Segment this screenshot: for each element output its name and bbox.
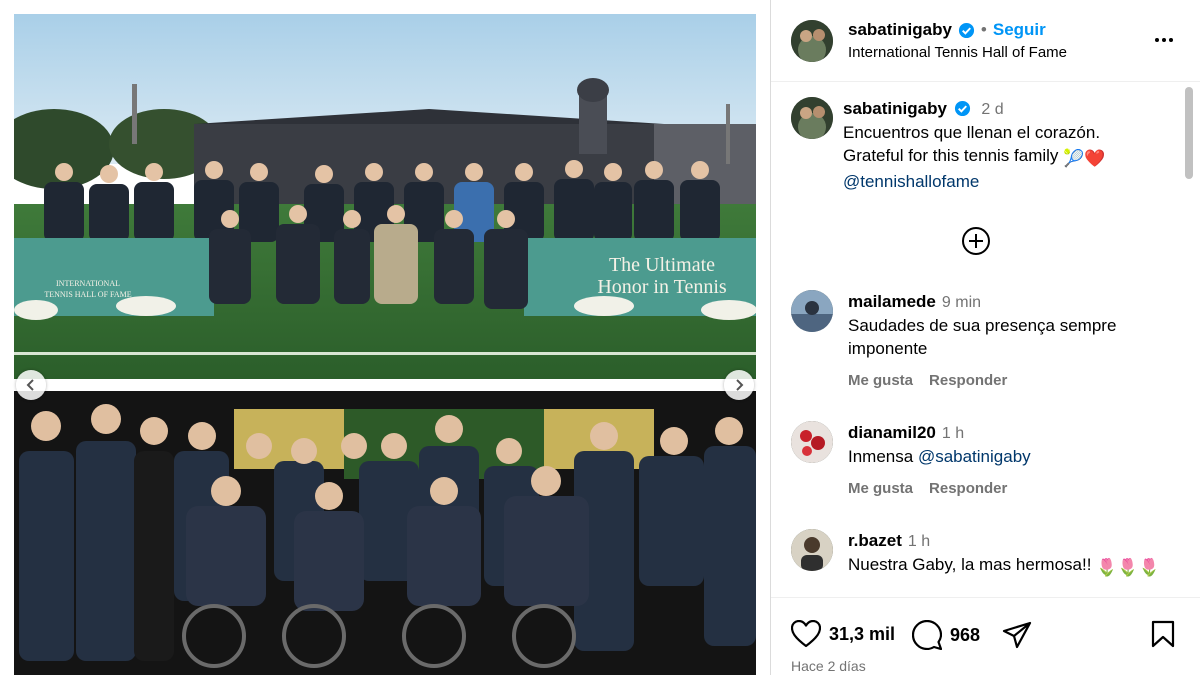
- likes-count[interactable]: 31,3 mil: [829, 624, 895, 645]
- comment-time[interactable]: 1 h: [908, 533, 930, 550]
- photo-indoor-group: [14, 391, 756, 675]
- comments-count[interactable]: 968: [950, 625, 980, 646]
- bookmark-icon[interactable]: [1151, 620, 1175, 648]
- banner-right-text-2: Honor in Tennis: [597, 276, 727, 298]
- comment-reply-button[interactable]: Responder: [929, 480, 1007, 497]
- post-header: sabatinigaby • Seguir International Tenn…: [771, 0, 1200, 82]
- post-location[interactable]: International Tennis Hall of Fame: [848, 44, 1067, 61]
- commenter-avatar[interactable]: [791, 529, 833, 571]
- action-bar: 31,3 mil 968 Hace 2 días: [771, 597, 1200, 675]
- heart-icon[interactable]: [791, 620, 821, 648]
- commenter-username[interactable]: mailamede: [848, 292, 936, 311]
- commenter-avatar[interactable]: [791, 290, 833, 332]
- comment-text: Inmensa: [848, 447, 914, 466]
- follow-button[interactable]: Seguir: [993, 20, 1046, 40]
- comment-mention-link[interactable]: @sabatinigaby: [918, 447, 1031, 466]
- comment-like-button[interactable]: Me gusta: [848, 372, 913, 389]
- comment-icon[interactable]: [912, 620, 942, 650]
- comments-section: sabatinigaby 2 d Encuentros que llenan e…: [771, 83, 1200, 597]
- comment-like-button[interactable]: Me gusta: [848, 480, 913, 497]
- verified-badge-icon: [958, 22, 974, 38]
- caption-time[interactable]: 2 d: [981, 101, 1003, 118]
- post-media: INTERNATIONAL TENNIS HALL OF FAME The Ul…: [0, 0, 770, 675]
- caption-avatar[interactable]: [791, 97, 833, 139]
- author-avatar[interactable]: [791, 20, 833, 62]
- author-username[interactable]: sabatinigaby: [848, 20, 952, 40]
- comment-text: Saudades de sua presença sempre imponent…: [848, 316, 1117, 358]
- comment-reply-button[interactable]: Responder: [929, 372, 1007, 389]
- verified-badge-icon: [954, 100, 970, 117]
- comment-emojis: 🌷🌷🌷: [1096, 558, 1160, 577]
- next-image-button[interactable]: [724, 370, 754, 400]
- share-send-icon[interactable]: [1002, 621, 1032, 649]
- banner-left-text-2: TENNIS HALL OF FAME: [44, 290, 131, 299]
- commenter-username[interactable]: dianamil20: [848, 423, 936, 442]
- comments-scrollbar[interactable]: [1183, 83, 1193, 597]
- photo-outdoor-group: INTERNATIONAL TENNIS HALL OF FAME The Ul…: [14, 14, 756, 379]
- separator-dot: •: [980, 20, 987, 39]
- caption-username[interactable]: sabatinigaby: [843, 99, 947, 118]
- previous-image-button[interactable]: [16, 370, 46, 400]
- commenter-avatar[interactable]: [791, 421, 833, 463]
- caption-line-2: Grateful for this tennis family: [843, 146, 1059, 165]
- commenter-username[interactable]: r.bazet: [848, 531, 902, 550]
- more-horizontal-icon: [1155, 38, 1159, 42]
- scrollbar-thumb[interactable]: [1185, 87, 1193, 179]
- caption-mention-link[interactable]: @tennishallofame: [843, 170, 1173, 193]
- caption-emojis: 🎾❤️: [1063, 149, 1106, 168]
- post-date[interactable]: Hace 2 días: [791, 658, 866, 674]
- comment-time[interactable]: 9 min: [942, 294, 981, 311]
- banner-left-text-1: INTERNATIONAL: [56, 279, 120, 288]
- post-panel: sabatinigaby • Seguir International Tenn…: [770, 0, 1200, 675]
- caption-line-1: Encuentros que llenan el corazón.: [843, 123, 1101, 142]
- chevron-right-icon: [736, 379, 744, 391]
- comment-time[interactable]: 1 h: [942, 425, 964, 442]
- more-options-button[interactable]: [1149, 28, 1179, 52]
- comment-text: Nuestra Gaby, la mas hermosa!!: [848, 555, 1092, 574]
- load-more-comments-icon[interactable]: [960, 225, 992, 257]
- chevron-left-icon: [26, 379, 34, 391]
- banner-right-text-1: The Ultimate: [609, 254, 715, 276]
